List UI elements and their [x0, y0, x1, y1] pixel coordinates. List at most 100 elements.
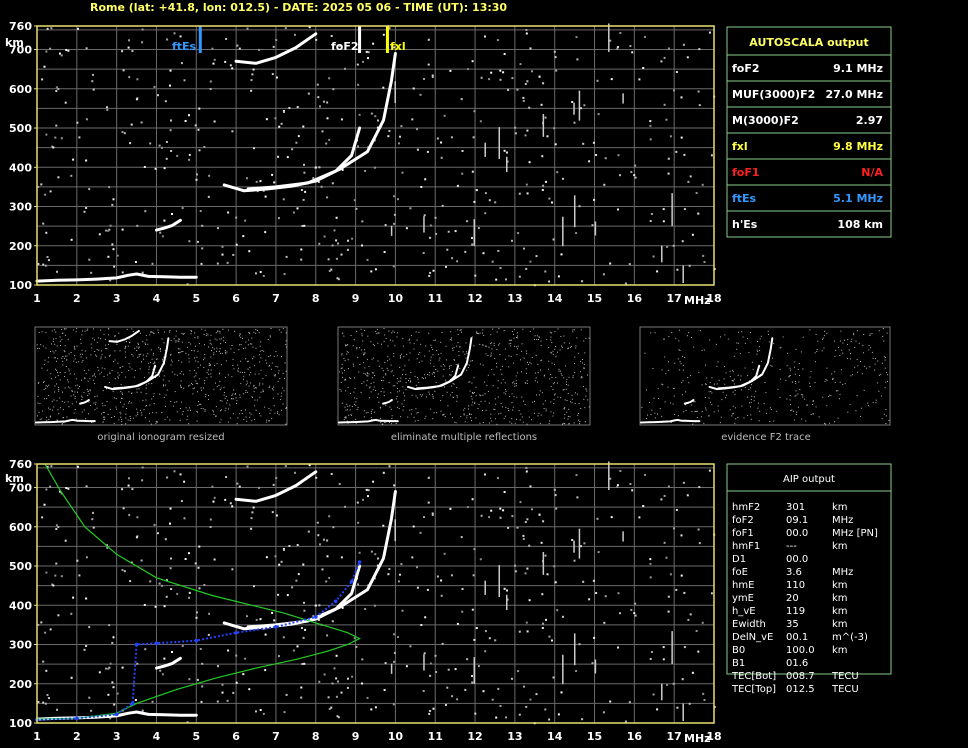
noise-dot [221, 691, 224, 694]
noise-dot [304, 190, 307, 193]
thumb-noise [511, 330, 513, 332]
thumb-noise [434, 390, 436, 392]
noise-dot [111, 681, 114, 684]
thumb-noise [73, 360, 75, 362]
noise-dot [384, 224, 387, 227]
thumb-noise [57, 358, 59, 360]
thumb-noise [839, 381, 841, 383]
thumb-noise [66, 359, 68, 361]
thumb-noise [199, 378, 201, 380]
thumb-noise [52, 350, 54, 352]
thumb-noise [522, 328, 524, 330]
thumb-noise [229, 404, 231, 406]
thumb-noise [679, 361, 681, 363]
noise-dot [253, 585, 255, 588]
thumb-noise [166, 389, 168, 391]
thumb-noise [149, 331, 151, 333]
thumb-noise [280, 331, 282, 333]
thumb-noise [372, 389, 374, 391]
noise-dot [326, 117, 329, 120]
noise-dot [194, 562, 197, 565]
noise-dot [542, 184, 545, 187]
noise-dot [416, 566, 418, 569]
thumb-noise [340, 381, 342, 383]
thumb-noise [400, 356, 402, 358]
thumb-noise [861, 373, 863, 375]
thumb-noise [245, 358, 247, 360]
thumb-noise [559, 349, 561, 351]
thumb-noise [170, 400, 172, 402]
thumb-noise [713, 383, 715, 385]
thumb-noise [249, 416, 251, 418]
thumb-noise [815, 333, 817, 335]
noise-dot [541, 593, 544, 596]
thumb-noise [567, 384, 569, 386]
noise-dot [169, 567, 172, 570]
thumb-noise [880, 373, 882, 375]
noise-dot [434, 216, 437, 219]
noise-dot [593, 198, 596, 201]
noise-dot [393, 222, 395, 225]
thumb-noise [59, 345, 61, 347]
noise-dot [231, 505, 234, 508]
thumb-noise [121, 423, 123, 425]
noise-dot [88, 188, 91, 191]
thumb-noise [815, 406, 817, 408]
fxl-marker-label: fxl [390, 40, 406, 53]
noise-dot [691, 233, 694, 236]
thumb-noise [102, 390, 104, 392]
thumb-noise [403, 399, 405, 401]
noise-dot [456, 698, 459, 701]
noise-dot [619, 174, 621, 177]
thumb-noise [343, 419, 345, 421]
noise-dot [681, 678, 684, 681]
noise-dot [238, 47, 241, 50]
noise-dot [497, 687, 500, 690]
thumb-noise [51, 378, 53, 380]
thumb-noise [650, 332, 652, 334]
aip-unit: km [832, 593, 848, 604]
thumb-noise [428, 393, 430, 395]
autoscala-label: foF2 [732, 62, 760, 75]
thumb-noise [685, 409, 687, 411]
noise-dot [265, 118, 268, 121]
noise-dot [229, 502, 232, 505]
thumb-noise [260, 357, 262, 359]
thumb-noise [183, 332, 185, 334]
thumb-noise [176, 411, 178, 413]
thumb-noise [46, 416, 48, 418]
noise-dot [456, 184, 459, 187]
thumb-noise [142, 354, 144, 356]
thumb-noise [195, 382, 197, 384]
thumb-noise [90, 404, 92, 406]
thumb-noise [142, 399, 144, 401]
top-x-tick-6: 6 [232, 292, 240, 305]
aip-key: h_vE [732, 606, 756, 617]
thumb-noise [550, 401, 552, 403]
thumb-noise [243, 348, 245, 350]
aip-unit: km [832, 645, 848, 656]
noise-dot [522, 534, 525, 537]
bottom-y-tick-760: 760 [9, 458, 32, 471]
thumb-noise [225, 407, 227, 409]
thumb-noise [565, 384, 567, 386]
thumb-noise [568, 408, 570, 410]
noise-dot [370, 708, 373, 711]
thumb-noise [556, 382, 558, 384]
thumb-noise [383, 391, 385, 393]
thumb-noise [380, 422, 382, 424]
noise-dot [165, 595, 168, 598]
noise-dot [602, 711, 605, 714]
bottom-x-tick-6: 6 [232, 730, 240, 743]
noise-dot [221, 245, 224, 248]
thumb-noise [87, 394, 89, 396]
noise-dot [573, 559, 576, 562]
thumb-noise [534, 400, 536, 402]
thumb-noise [108, 381, 110, 383]
thumb-noise [148, 372, 150, 374]
noise-dot [42, 222, 45, 225]
thumb-noise [74, 355, 76, 357]
thumb-noise [795, 382, 797, 384]
thumb-noise [344, 360, 346, 362]
thumb-noise [176, 401, 178, 403]
